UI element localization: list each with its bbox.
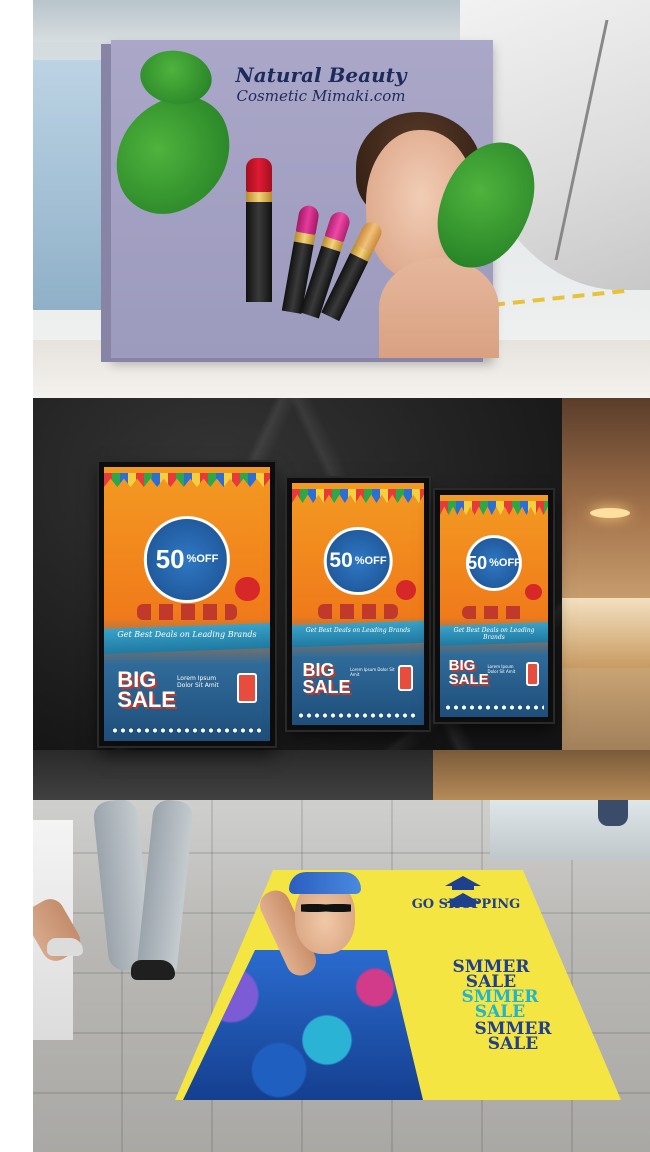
poster-frame-1: 50 %OFF Get Best Deals on Leading Brands… xyxy=(99,462,275,746)
sale-poster: 50 %OFF Get Best Deals on Leading Brands… xyxy=(104,467,270,741)
sale-label: SALE xyxy=(474,1002,526,1022)
lorem-text: Lorem Ipsum Dolor Sit Amit xyxy=(177,675,219,690)
poster-wall-photo: 50 %OFF Get Best Deals on Leading Brands… xyxy=(33,398,650,800)
sale-label: SALE xyxy=(487,1034,539,1054)
tagline-ribbon xyxy=(292,620,424,648)
phone-icon xyxy=(236,672,257,703)
discount-suffix: %OFF xyxy=(354,554,387,567)
bunting-flags-icon xyxy=(292,489,424,503)
billboard-subtitle: Cosmetic Mimaki.com xyxy=(236,87,406,105)
summer-sale-text-3: SMMER SALE xyxy=(433,1021,593,1054)
mall-billboard-photo: Natural Beauty Cosmetic Mimaki.com xyxy=(33,0,650,398)
big-sale-line2: SALE xyxy=(117,686,176,712)
dot-border xyxy=(444,705,544,711)
sale-poster: 50 %OFF Get Best Deals on Leading Brands… xyxy=(292,483,424,725)
dot-border xyxy=(297,712,419,718)
phone-icon xyxy=(397,664,414,692)
big-sale-line2: SALE xyxy=(448,671,489,689)
pedestrian-jeans xyxy=(598,800,628,826)
sale-poster: 50 %OFF Get Best Deals on Leading Brands… xyxy=(440,495,548,717)
big-sale-text: BIG SALE xyxy=(117,668,176,712)
discount-value: 50 xyxy=(329,549,353,573)
summer-sale-text-2: SMMER SALE xyxy=(425,989,575,1022)
promo-sticker xyxy=(235,576,261,602)
promo-sticker xyxy=(396,579,417,600)
ceiling-light-icon xyxy=(590,508,630,518)
big-sale-line2: SALE xyxy=(302,677,351,698)
poster-tagline: Get Best Deals on Leading Brands xyxy=(453,627,535,642)
discount-suffix: %OFF xyxy=(489,557,521,570)
lipstick-red-icon xyxy=(246,158,272,302)
discount-badge: 50 %OFF xyxy=(143,516,231,603)
model-in-floral-dress xyxy=(183,870,423,1100)
discount-value: 50 xyxy=(155,544,185,575)
model-shoulder xyxy=(379,258,499,358)
oil-lamps-icon xyxy=(137,604,237,621)
display-case xyxy=(562,598,650,668)
sneaker-icon xyxy=(131,960,175,980)
sandal-icon xyxy=(47,938,83,956)
discount-suffix: %OFF xyxy=(186,553,219,566)
discount-badge: 50 %OFF xyxy=(323,526,393,596)
dot-border xyxy=(110,727,264,733)
lorem-text: Lorem Ipsum Dolor Sit Amit xyxy=(487,663,516,674)
oil-lamps-icon xyxy=(318,604,398,619)
big-sale-text: BIG SALE xyxy=(302,661,351,698)
poster-frame-3: 50 %OFF Get Best Deals on Leading Brands… xyxy=(435,490,553,722)
billboard-title: Natural Beauty xyxy=(235,63,407,87)
discount-value: 50 xyxy=(467,553,488,574)
storefront-window xyxy=(33,60,113,310)
dark-floor xyxy=(33,750,433,800)
sunglasses-icon xyxy=(301,902,351,914)
big-sale-text: BIG SALE xyxy=(448,658,489,689)
poster-tagline: Get Best Deals on Leading Brands xyxy=(305,626,411,634)
summer-sale-text-1: SMMER SALE xyxy=(421,959,561,991)
discount-badge: 50 %OFF xyxy=(465,534,523,592)
lorem-text: Lorem Ipsum Dolor Sit Amit xyxy=(350,666,395,677)
phone-icon xyxy=(526,661,540,686)
floor-sticker-photo: GO SHOPPING SMMER SALE SMMER SALE SMMER … xyxy=(33,800,650,1152)
oil-lamps-icon xyxy=(461,606,527,620)
headscarf xyxy=(289,872,361,894)
promo-sticker xyxy=(525,583,542,600)
poster-tagline: Get Best Deals on Leading Brands xyxy=(117,630,257,640)
bunting-flags-icon xyxy=(104,473,270,487)
bunting-flags-icon xyxy=(440,501,548,515)
cosmetics-billboard: Natural Beauty Cosmetic Mimaki.com xyxy=(97,37,544,358)
poster-frame-2: 50 %OFF Get Best Deals on Leading Brands… xyxy=(287,478,429,730)
go-shopping-text: GO SHOPPING xyxy=(411,897,521,912)
